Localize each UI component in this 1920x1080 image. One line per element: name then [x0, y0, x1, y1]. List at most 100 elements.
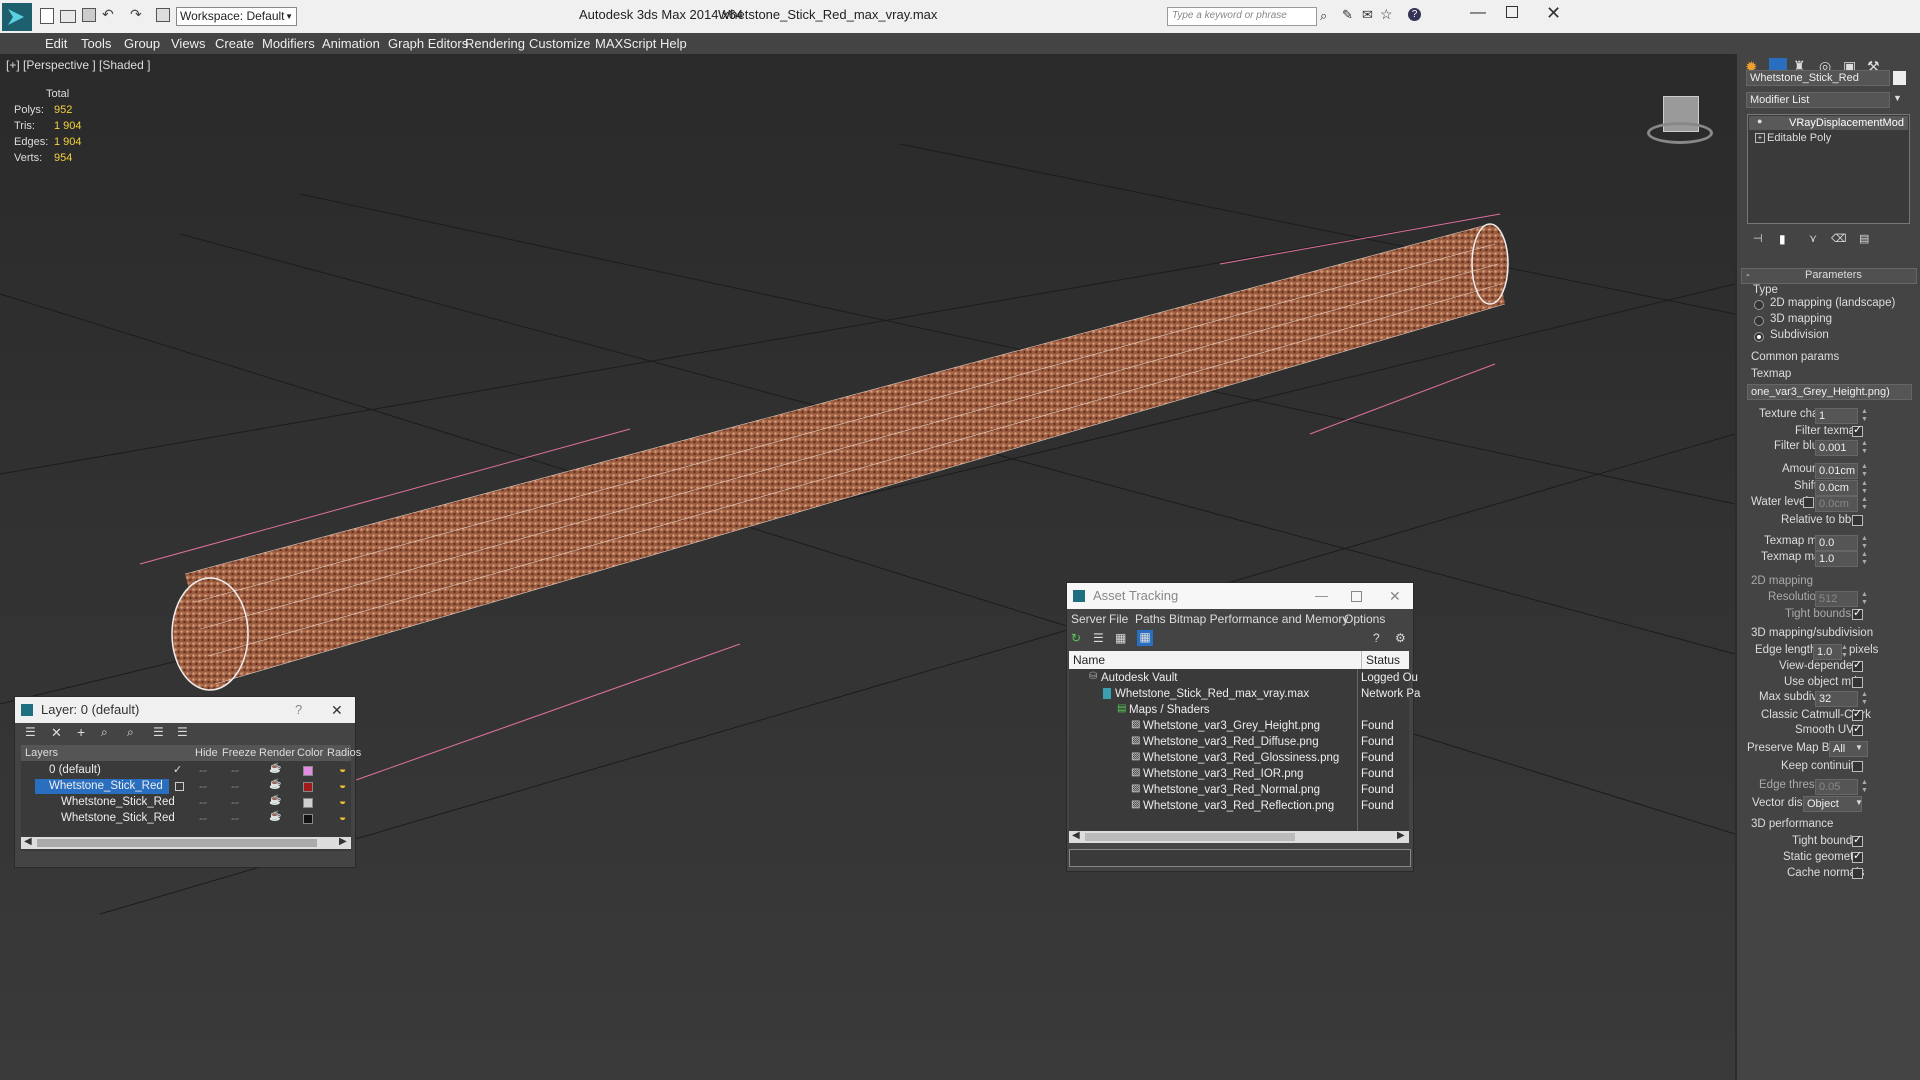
water-level-checkbox[interactable]	[1803, 497, 1814, 508]
render-teapot-icon[interactable]: ☕	[269, 795, 281, 806]
search-input[interactable]: Type a keyword or phrase	[1167, 7, 1317, 26]
scroll-thumb[interactable]	[37, 839, 317, 847]
texture-chan-input[interactable]: 1	[1815, 408, 1858, 424]
make-unique-icon[interactable]: ⋎	[1809, 232, 1817, 245]
thumbnail-view-icon[interactable]: ▦	[1115, 631, 1126, 645]
col-freeze[interactable]: Freeze	[222, 745, 256, 761]
project-folder-icon[interactable]	[156, 8, 170, 22]
radiosity-icon[interactable]: ◒	[339, 794, 346, 808]
select-objects-icon[interactable]: ⌕	[101, 725, 108, 740]
chevron-down-icon[interactable]: ▼	[1855, 743, 1863, 752]
static-geometry-checkbox[interactable]	[1852, 849, 1863, 863]
freeze-toggle[interactable]: --	[231, 795, 239, 809]
show-end-result-icon[interactable]: ▮	[1779, 232, 1786, 246]
refresh-icon[interactable]: ↻	[1071, 631, 1081, 645]
spinner-arrows-icon[interactable]: ▲ ▼	[1861, 691, 1869, 707]
layer-row[interactable]: Whetstone_Stick_Red -- -- ☕ ◒	[21, 794, 351, 810]
object-name-field[interactable]: Whetstone_Stick_Red	[1746, 70, 1890, 86]
help-icon[interactable]: ?	[295, 697, 302, 723]
col-name[interactable]: Name	[1073, 651, 1105, 669]
perspective-viewport[interactable]: [+] [Perspective ] [Shaded ] Total Polys…	[0, 54, 1735, 1080]
freeze-all-layers-icon[interactable]: ☰	[177, 725, 188, 739]
table-view-icon[interactable]: ▦	[1137, 630, 1153, 646]
radio-3d-mapping[interactable]	[1754, 316, 1764, 326]
menu-views[interactable]: Views	[171, 36, 205, 51]
search-tools-icon[interactable]: ✎	[1342, 7, 1353, 23]
texmap-max-input[interactable]: 1.0	[1815, 551, 1858, 567]
asset-path-field[interactable]	[1069, 849, 1411, 867]
maximize-icon[interactable]	[1351, 591, 1362, 602]
list-view-icon[interactable]: ☰	[1093, 631, 1104, 645]
water-level-input[interactable]: 0.0cm	[1815, 496, 1858, 512]
asset-row[interactable]: ▤ Maps / Shaders	[1069, 703, 1409, 718]
menu-customize[interactable]: Customize	[529, 36, 590, 51]
menu-server[interactable]: Server	[1071, 609, 1106, 629]
menu-graph-editors[interactable]: Graph Editors	[388, 36, 468, 51]
parameters-rollout-header[interactable]: - Parameters	[1741, 268, 1917, 284]
communication-icon[interactable]: ✉	[1362, 7, 1373, 23]
spinner-arrows-icon[interactable]: ▲ ▼	[1861, 496, 1869, 512]
pin-stack-icon[interactable]: ⊣	[1753, 232, 1763, 245]
render-teapot-icon[interactable]: ☕	[269, 811, 281, 822]
max-subdivs-input[interactable]: 32	[1815, 691, 1858, 707]
col-status[interactable]: Status	[1361, 651, 1400, 669]
help-icon[interactable]: ?	[1408, 8, 1421, 21]
radio-2d-mapping[interactable]	[1754, 300, 1764, 310]
close-icon[interactable]: ✕	[1389, 583, 1401, 609]
spinner-arrows-icon[interactable]: ▲ ▼	[1861, 779, 1869, 795]
minimize-icon[interactable]: —	[1315, 583, 1328, 609]
spinner-arrows-icon[interactable]: ▲ ▼	[1861, 440, 1869, 456]
layer-color-swatch[interactable]	[303, 798, 313, 808]
tight-bounds-checkbox[interactable]	[1852, 606, 1863, 620]
col-radios[interactable]: Radios	[327, 745, 361, 761]
relative-bbox-checkbox[interactable]	[1852, 515, 1863, 526]
object-color-swatch[interactable]	[1893, 71, 1906, 85]
horizontal-scrollbar[interactable]: ◀ ▶	[1069, 830, 1409, 843]
active-layer-box-icon[interactable]	[175, 782, 184, 791]
col-layers[interactable]: Layers	[25, 745, 58, 761]
scroll-right-icon[interactable]: ▶	[339, 836, 347, 847]
chevron-down-icon[interactable]: ▼	[1893, 93, 1902, 103]
cache-normals-checkbox[interactable]	[1852, 868, 1863, 879]
layer-color-swatch[interactable]	[303, 766, 313, 776]
freeze-toggle[interactable]: --	[231, 811, 239, 825]
hide-all-layers-icon[interactable]: ☰	[153, 725, 164, 739]
layer-row[interactable]: 0 (default) ✓ -- -- ☕ ◒	[21, 762, 351, 778]
layer-row[interactable]: Whetstone_Stick_Red -- -- ☕ ◒	[21, 810, 351, 826]
asset-row[interactable]: ▨ Whetstone_var3_Red_Glossiness.png Foun…	[1069, 751, 1409, 766]
menu-paths[interactable]: Paths	[1135, 609, 1166, 629]
edge-length-input[interactable]: 1.0	[1813, 644, 1842, 660]
asset-row[interactable]: ▨ Whetstone_var3_Red_IOR.png Found	[1069, 767, 1409, 782]
chevron-down-icon[interactable]: ▼	[1855, 798, 1863, 807]
highlight-layer-icon[interactable]: ⌕	[127, 725, 134, 740]
asset-row[interactable]: ▨ Whetstone_var3_Grey_Height.png Found	[1069, 719, 1409, 734]
scroll-left-icon[interactable]: ◀	[1072, 830, 1080, 841]
hide-toggle[interactable]: --	[199, 779, 207, 793]
scroll-left-icon[interactable]: ◀	[24, 836, 32, 847]
layer-window-titlebar[interactable]: Layer: 0 (default) ? ✕	[15, 697, 355, 723]
menu-tools[interactable]: Tools	[81, 36, 111, 51]
menu-create[interactable]: Create	[215, 36, 254, 51]
menu-options[interactable]: Options	[1344, 609, 1385, 629]
perf-tight-bounds-checkbox[interactable]	[1852, 833, 1863, 847]
open-file-icon[interactable]	[60, 10, 76, 23]
hide-toggle[interactable]: --	[199, 811, 207, 825]
create-layer-icon[interactable]: ☰	[25, 725, 36, 739]
classic-catmull-checkbox[interactable]	[1852, 707, 1863, 721]
freeze-toggle[interactable]: --	[231, 779, 239, 793]
hide-toggle[interactable]: --	[199, 795, 207, 809]
smooth-uvs-checkbox[interactable]	[1852, 722, 1863, 736]
layer-color-swatch[interactable]	[303, 814, 313, 824]
filter-texmap-checkbox[interactable]	[1852, 423, 1863, 437]
render-teapot-icon[interactable]: ☕	[269, 763, 281, 774]
spinner-arrows-icon[interactable]: ▲ ▼	[1861, 408, 1869, 424]
view-dependent-checkbox[interactable]	[1852, 658, 1863, 672]
radiosity-icon[interactable]: ◒	[339, 810, 346, 824]
configure-sets-icon[interactable]: ▤	[1859, 232, 1869, 245]
radiosity-icon[interactable]: ◒	[339, 762, 346, 776]
binoculars-icon[interactable]: ⌕	[1320, 8, 1327, 24]
close-icon[interactable]: ✕	[331, 697, 343, 723]
hide-toggle[interactable]: --	[199, 763, 207, 777]
app-logo[interactable]	[2, 3, 32, 31]
spinner-arrows-icon[interactable]: ▲ ▼	[1861, 591, 1869, 607]
